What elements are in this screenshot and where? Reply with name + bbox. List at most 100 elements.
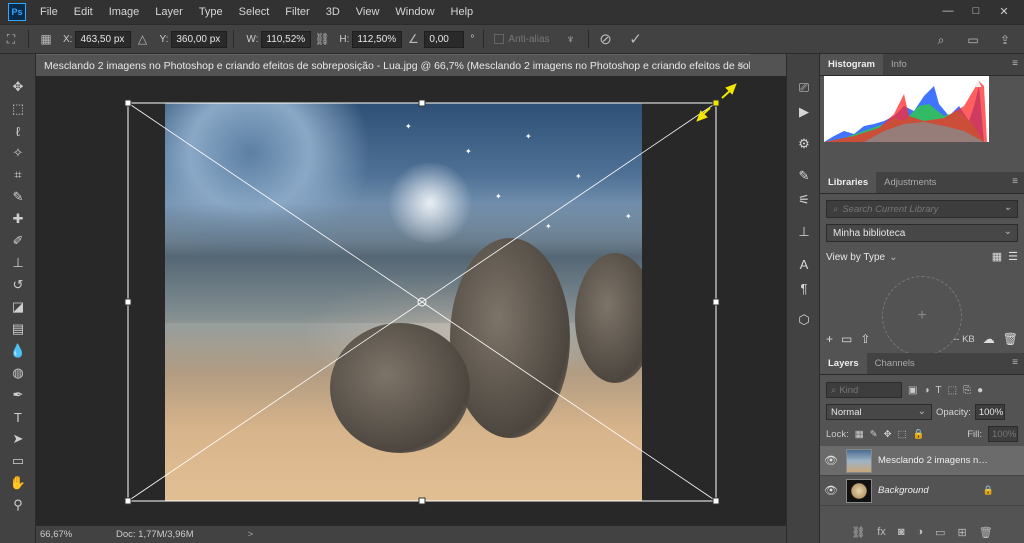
blend-mode-select[interactable]: Normal ⌄	[826, 404, 932, 420]
history-brush-tool-icon[interactable]: ↺	[0, 274, 36, 296]
transform-handle-left[interactable]	[124, 298, 132, 306]
link-layers-icon[interactable]: ⛓	[851, 526, 865, 539]
lock-all-icon[interactable]: 🔒	[913, 429, 925, 440]
rectangle-tool-icon[interactable]: ▭	[0, 450, 36, 472]
crop-tool-icon[interactable]: ⌗	[0, 164, 36, 186]
cancel-transform-icon[interactable]: ⊘	[595, 29, 617, 49]
restore-button[interactable]: □	[964, 2, 988, 20]
path-selection-tool-icon[interactable]: ➤	[0, 428, 36, 450]
fill-field[interactable]: 100%	[988, 426, 1018, 442]
blur-tool-icon[interactable]: 💧	[0, 340, 36, 362]
menu-type[interactable]: Type	[191, 0, 231, 24]
type-filter-icon[interactable]: T	[936, 385, 942, 396]
zoom-tool-icon[interactable]: ⚲	[0, 494, 36, 516]
3d-cube-icon[interactable]: ⬡	[787, 308, 821, 332]
trash-icon[interactable]: 🗑	[1003, 332, 1018, 346]
add-content-icon[interactable]: +	[826, 332, 833, 346]
library-search-input[interactable]: ⌕ Search Current Library ⌄	[826, 200, 1018, 218]
menu-view[interactable]: View	[348, 0, 388, 24]
clone-stamp-tool-icon[interactable]: ⊥	[0, 252, 36, 274]
history-icon[interactable]: ⎚	[787, 76, 821, 100]
dodge-tool-icon[interactable]: ◍	[0, 362, 36, 384]
transform-handle-top-right[interactable]	[712, 99, 720, 107]
transform-handle-bottom-right[interactable]	[712, 497, 720, 505]
actions-play-icon[interactable]: ▶	[787, 100, 821, 124]
tab-info[interactable]: Info	[883, 54, 915, 75]
eraser-tool-icon[interactable]: ◪	[0, 296, 36, 318]
pixel-filter-icon[interactable]: ▣	[908, 385, 917, 396]
search-icon[interactable]: ⌕	[930, 30, 952, 50]
brush-tool-icon[interactable]: ✐	[0, 230, 36, 252]
tool-preset-icon[interactable]: ⛶	[0, 29, 22, 49]
fx-icon[interactable]: fx	[877, 526, 886, 538]
transform-handle-bottom[interactable]	[418, 497, 426, 505]
transform-handle-top-left[interactable]	[124, 99, 132, 107]
lock-artboard-icon[interactable]: ⬚	[898, 429, 907, 440]
group-folder-icon[interactable]: ▭	[935, 526, 945, 539]
eyedropper-tool-icon[interactable]: ✎	[0, 186, 36, 208]
zoom-level[interactable]: 66,67%	[36, 529, 84, 540]
tab-channels[interactable]: Channels	[867, 353, 923, 374]
shape-filter-icon[interactable]: ⬚	[948, 385, 957, 396]
cloud-icon[interactable]: ☁	[983, 332, 995, 346]
eye-icon[interactable]: 👁	[820, 454, 842, 467]
view-by-type-dropdown[interactable]: View by Type	[826, 252, 885, 263]
menu-help[interactable]: Help	[443, 0, 482, 24]
brush-settings-icon[interactable]: ✎	[787, 164, 821, 188]
type-tool-icon[interactable]: T	[0, 406, 36, 428]
paragraph-icon[interactable]: ¶	[787, 276, 821, 300]
clone-source-icon[interactable]: ⊥	[787, 220, 821, 244]
warp-icon[interactable]: ♆	[560, 29, 582, 49]
y-field[interactable]: 360,00 px	[171, 30, 228, 48]
lock-transparent-icon[interactable]: ▦	[855, 429, 864, 440]
opacity-field[interactable]: 100%	[974, 404, 1005, 420]
menu-select[interactable]: Select	[231, 0, 278, 24]
gradient-tool-icon[interactable]: ▤	[0, 318, 36, 340]
library-select[interactable]: Minha biblioteca ⌄	[826, 224, 1018, 242]
antialias-checkbox[interactable]: Anti-alias	[494, 34, 550, 45]
new-layer-icon[interactable]: ⊞	[958, 526, 967, 539]
character-icon[interactable]: A	[787, 252, 821, 276]
magic-wand-tool-icon[interactable]: ✧	[0, 142, 36, 164]
move-tool-icon[interactable]: ✥	[0, 76, 36, 98]
reference-point-icon[interactable]: ▦	[35, 29, 57, 49]
layer-row[interactable]: 👁 Background 🔒	[820, 476, 1024, 506]
height-field[interactable]: 112,50%	[352, 30, 403, 48]
tab-libraries[interactable]: Libraries	[820, 172, 877, 193]
layer-row[interactable]: 👁 Mesclando 2 imagens no P...	[820, 446, 1024, 476]
filter-toggle-icon[interactable]: ●	[977, 385, 983, 396]
grid-view-icon[interactable]: ▦	[992, 250, 1002, 263]
tab-layers[interactable]: Layers	[820, 353, 867, 374]
eye-icon[interactable]: 👁	[820, 484, 842, 497]
delta-icon[interactable]: △	[131, 29, 153, 49]
lock-image-icon[interactable]: ✎	[870, 429, 878, 440]
cache-warning-icon[interactable]: ▲	[972, 76, 984, 90]
link-icon[interactable]: ⛓	[311, 29, 333, 49]
menu-layer[interactable]: Layer	[147, 0, 191, 24]
menu-window[interactable]: Window	[387, 0, 442, 24]
panel-menu-icon[interactable]: ≡	[1012, 58, 1018, 69]
minimize-button[interactable]: —	[936, 2, 960, 20]
adjustment-layer-icon[interactable]: ◑	[916, 526, 923, 538]
adjustments-sliders-icon[interactable]: ⚟	[787, 188, 821, 212]
tab-adjustments[interactable]: Adjustments	[876, 172, 944, 193]
menu-3d[interactable]: 3D	[318, 0, 348, 24]
delete-layer-icon[interactable]: 🗑	[979, 526, 993, 539]
properties-icon[interactable]: ⚙	[787, 132, 821, 156]
list-view-icon[interactable]: ☰	[1008, 250, 1018, 263]
transform-handle-bottom-left[interactable]	[124, 497, 132, 505]
close-window-button[interactable]: ✕	[992, 2, 1016, 20]
menu-file[interactable]: File	[32, 0, 66, 24]
adjustment-filter-icon[interactable]: ◑	[923, 385, 929, 396]
menu-filter[interactable]: Filter	[277, 0, 317, 24]
upload-icon[interactable]: ⇧	[860, 332, 870, 346]
status-menu-arrow[interactable]: >	[248, 529, 254, 540]
panel-menu-icon[interactable]: ≡	[1012, 357, 1018, 368]
tab-histogram[interactable]: Histogram	[820, 54, 883, 75]
workspace-icon[interactable]: ▭	[962, 30, 984, 50]
lock-position-icon[interactable]: ✥	[884, 429, 892, 440]
pen-tool-icon[interactable]: ✒	[0, 384, 36, 406]
smart-object-filter-icon[interactable]: ⎘	[963, 385, 971, 396]
hand-tool-icon[interactable]: ✋	[0, 472, 36, 494]
layer-kind-filter[interactable]: ⌕ Kind	[826, 382, 902, 398]
